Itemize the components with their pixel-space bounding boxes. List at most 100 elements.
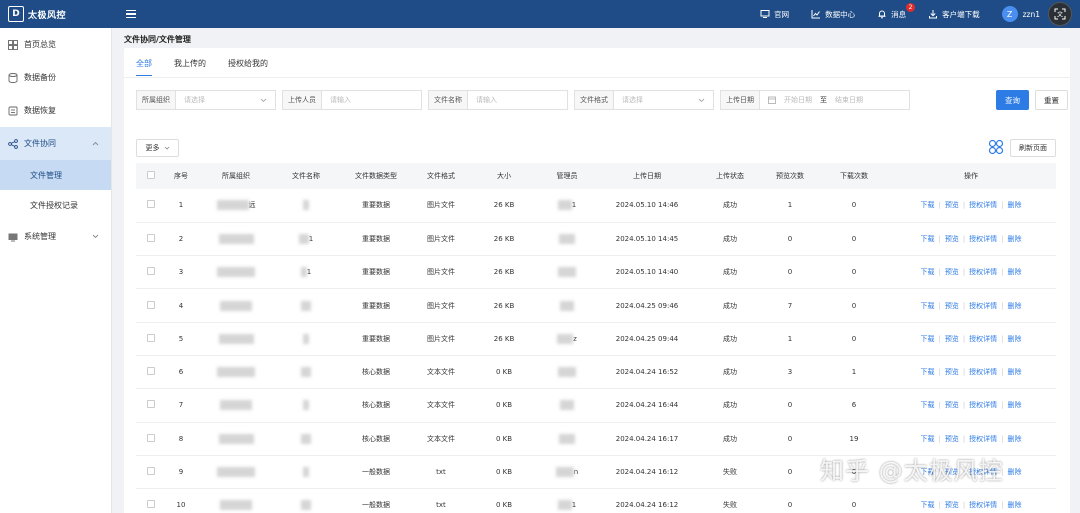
sidebar-item-restore[interactable]: 数据恢复: [0, 94, 111, 127]
reset-button[interactable]: 重置: [1035, 90, 1068, 110]
row-checkbox[interactable]: [147, 367, 155, 376]
auth-detail-link[interactable]: 授权详情: [969, 434, 997, 444]
delete-link[interactable]: 删除: [1008, 467, 1022, 477]
delete-link[interactable]: 删除: [1008, 234, 1022, 244]
filename-filter[interactable]: 文件名称 请输入: [428, 90, 568, 110]
avatar[interactable]: Z: [1001, 6, 1018, 22]
download-link[interactable]: 下载: [920, 434, 934, 444]
delete-link[interactable]: 删除: [1008, 500, 1022, 510]
auth-detail-link[interactable]: 授权详情: [969, 267, 997, 277]
preview-link[interactable]: 预览: [945, 500, 959, 510]
chart-icon: [811, 9, 821, 19]
row-checkbox[interactable]: [147, 500, 155, 509]
filename-input[interactable]: 请输入: [468, 91, 505, 109]
select-all-checkbox[interactable]: [147, 171, 155, 179]
org-cell: [196, 289, 276, 322]
sidebar: 首页总览 数据备份 数据恢复 文件协同 文件管理 文件授权记录 系统管理: [0, 28, 112, 513]
row-checkbox[interactable]: [147, 433, 155, 442]
sidebar-item-backup[interactable]: 数据备份: [0, 61, 111, 94]
download-link[interactable]: 下载: [920, 267, 934, 277]
refresh-button[interactable]: 刷新页面: [1010, 139, 1056, 157]
start-date-input[interactable]: 开始日期: [784, 95, 812, 105]
nav-data-center[interactable]: 数据中心: [811, 9, 855, 20]
preview-link[interactable]: 预览: [945, 234, 959, 244]
row-checkbox[interactable]: [147, 267, 155, 276]
delete-link[interactable]: 删除: [1008, 367, 1022, 377]
sidebar-item-file-collab[interactable]: 文件协同: [0, 127, 111, 160]
row-actions: 下载 | 预览 | 授权详情 | 删除: [920, 500, 1022, 510]
delete-link[interactable]: 删除: [1008, 267, 1022, 277]
bell-icon: [877, 9, 887, 19]
download-link[interactable]: 下载: [920, 500, 934, 510]
nav-website[interactable]: 官网: [760, 9, 789, 20]
org-cell: [196, 455, 276, 488]
uploader-filter[interactable]: 上传人员 请输入: [282, 90, 422, 110]
tab-my-uploads[interactable]: 我上传的: [174, 58, 206, 76]
auth-detail-link[interactable]: 授权详情: [969, 400, 997, 410]
auth-detail-link[interactable]: 授权详情: [969, 200, 997, 210]
row-checkbox[interactable]: [147, 200, 155, 209]
download-link[interactable]: 下载: [920, 334, 934, 344]
search-button[interactable]: 查询: [996, 90, 1029, 110]
scan-icon[interactable]: 文: [1048, 2, 1072, 26]
page-title: 文件协同/文件管理: [124, 35, 191, 44]
admin-cell: 1: [542, 489, 592, 513]
row-checkbox[interactable]: [147, 300, 155, 309]
chevron-down-icon: [698, 98, 705, 102]
preview-link[interactable]: 预览: [945, 400, 959, 410]
row-checkbox[interactable]: [147, 333, 155, 342]
org-select[interactable]: 请选择: [184, 95, 205, 105]
org-filter[interactable]: 所属组织 请选择: [136, 90, 276, 110]
tab-all[interactable]: 全部: [136, 58, 152, 76]
table-row: 5 重要数据 图片文件 26 KB z 2024.04.25 09:44 成功 1 0 下载 | 预览…: [136, 322, 1056, 356]
row-checkbox[interactable]: [147, 400, 155, 409]
delete-link[interactable]: 删除: [1008, 400, 1022, 410]
preview-link[interactable]: 预览: [945, 434, 959, 444]
more-button[interactable]: 更多: [136, 139, 179, 157]
end-date-input[interactable]: 结束日期: [835, 95, 863, 105]
nav-client-download[interactable]: 客户端下载: [928, 9, 980, 20]
download-link[interactable]: 下载: [920, 400, 934, 410]
sidebar-item-overview[interactable]: 首页总览: [0, 28, 111, 61]
username[interactable]: zzn1: [1023, 10, 1040, 19]
download-link[interactable]: 下载: [920, 301, 934, 311]
auth-detail-link[interactable]: 授权详情: [969, 367, 997, 377]
grid-view-icon[interactable]: [988, 139, 1004, 155]
tabs-divider: [124, 77, 1070, 78]
preview-link[interactable]: 预览: [945, 334, 959, 344]
sidebar-item-auth-records[interactable]: 文件授权记录: [0, 190, 111, 220]
row-actions: 下载 | 预览 | 授权详情 | 删除: [920, 301, 1022, 311]
download-link[interactable]: 下载: [920, 200, 934, 210]
preview-link[interactable]: 预览: [945, 367, 959, 377]
auth-detail-link[interactable]: 授权详情: [969, 500, 997, 510]
nav-messages[interactable]: 消息 2: [877, 2, 916, 20]
delete-link[interactable]: 删除: [1008, 434, 1022, 444]
format-select[interactable]: 请选择: [622, 95, 643, 105]
logo[interactable]: D 太极风控: [0, 0, 112, 28]
sidebar-item-system[interactable]: 系统管理: [0, 220, 111, 253]
row-checkbox[interactable]: [147, 467, 155, 476]
filename-cell: [276, 422, 336, 455]
row-checkbox[interactable]: [147, 233, 155, 242]
auth-detail-link[interactable]: 授权详情: [969, 234, 997, 244]
filename-cell: 1: [276, 222, 336, 255]
delete-link[interactable]: 删除: [1008, 334, 1022, 344]
delete-link[interactable]: 删除: [1008, 200, 1022, 210]
logo-text: 太极风控: [28, 10, 67, 21]
auth-detail-link[interactable]: 授权详情: [969, 334, 997, 344]
uploader-input[interactable]: 请输入: [322, 91, 359, 109]
date-filter[interactable]: 上传日期 开始日期 至 结束日期: [720, 90, 910, 110]
format-filter[interactable]: 文件格式 请选择: [574, 90, 714, 110]
auth-detail-link[interactable]: 授权详情: [969, 301, 997, 311]
preview-link[interactable]: 预览: [945, 301, 959, 311]
filename-cell: [276, 322, 336, 355]
preview-link[interactable]: 预览: [945, 267, 959, 277]
menu-toggle-icon[interactable]: [126, 7, 140, 21]
org-cell: [196, 422, 276, 455]
download-link[interactable]: 下载: [920, 367, 934, 377]
preview-link[interactable]: 预览: [945, 200, 959, 210]
download-link[interactable]: 下载: [920, 234, 934, 244]
sidebar-item-file-management[interactable]: 文件管理: [0, 160, 111, 190]
tab-shared-with-me[interactable]: 授权给我的: [228, 58, 268, 76]
delete-link[interactable]: 删除: [1008, 301, 1022, 311]
